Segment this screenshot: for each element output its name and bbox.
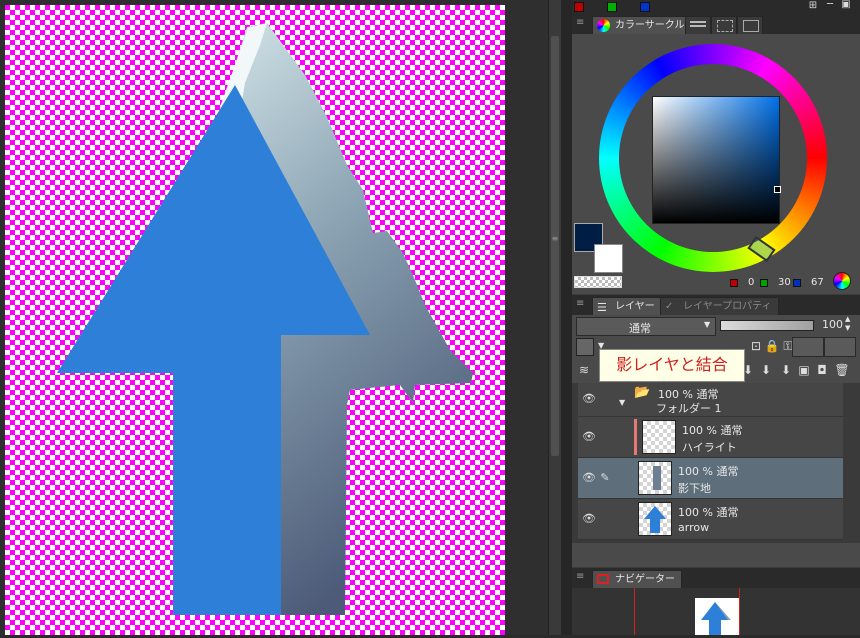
color-mode-icon[interactable] — [833, 272, 851, 290]
r-indicator-icon — [730, 279, 738, 287]
tab-intermediate-color[interactable] — [737, 16, 763, 34]
layer-thumbnail — [638, 461, 672, 495]
merge-visible-icon[interactable]: ⬇ — [758, 362, 774, 378]
tab-navigator-label: ナビゲーター — [615, 574, 675, 585]
opacity-stepper[interactable]: ▲ ▼ — [845, 315, 850, 333]
layer-name: 影下地 — [678, 482, 711, 495]
scrollbar-thumb[interactable] — [551, 36, 559, 456]
delete-layer-icon[interactable]: 🗑 — [834, 362, 850, 378]
b-value: 67 — [811, 277, 824, 288]
navigator-arrow-preview — [701, 602, 731, 635]
rasterize-icon[interactable]: ▣ — [796, 362, 812, 378]
folder-icon: 📂 — [634, 385, 651, 400]
color-slider-icon — [690, 21, 706, 29]
b-indicator-icon — [793, 279, 801, 287]
tab-color-slider[interactable] — [685, 16, 711, 34]
combine-layers-icon[interactable]: ⬇ — [778, 362, 794, 378]
layer-row-folder[interactable]: 👁 ▼ 📂 100 % 通常 フォルダー 1 — [578, 383, 843, 417]
canvas-artwork — [57, 23, 473, 615]
opacity-value[interactable]: 100 — [822, 318, 843, 331]
navigator-grip-icon[interactable]: ≡ — [576, 571, 584, 582]
layer-thumbnail — [642, 420, 676, 454]
layer-mask-icon[interactable]: ◘ — [814, 362, 830, 378]
eye-icon[interactable]: 👁 — [582, 471, 596, 485]
red-swatch[interactable] — [574, 2, 584, 12]
layer-panel-grip-icon[interactable]: ≡ — [576, 298, 584, 309]
transparent-color-swatch[interactable] — [574, 276, 622, 288]
clip-button[interactable] — [824, 337, 856, 357]
tab-color-circle[interactable]: カラーサークル — [592, 16, 692, 34]
color-circle-panel: 0 30 67 — [572, 34, 860, 294]
blend-mode-select[interactable]: 通常 ▼ — [576, 317, 716, 336]
pen-icon: ✎ — [600, 471, 610, 484]
tab-layer[interactable]: ☰ レイヤー — [592, 297, 662, 315]
navigator-view[interactable] — [572, 588, 860, 635]
blend-mode-value: 通常 — [629, 322, 651, 335]
panel-minimize-icon[interactable]: ─ — [822, 0, 838, 13]
layer-name: arrow — [678, 521, 710, 534]
panel-grip-icon[interactable]: ≡ — [576, 17, 584, 28]
navigator-preview — [695, 598, 739, 635]
tab-layer-label: レイヤー — [615, 301, 655, 312]
eye-icon[interactable]: 👁 — [582, 392, 596, 406]
tab-color-circle-label: カラーサークル — [615, 20, 685, 31]
eye-icon[interactable]: 👁 — [582, 512, 596, 526]
panel-divider[interactable] — [561, 0, 572, 635]
canvas-vertical-scrollbar[interactable]: ≡ — [548, 0, 561, 635]
color-set-icon — [717, 20, 733, 32]
tab-color-set[interactable] — [711, 16, 737, 34]
navigator-tabbar: ≡ ナビゲーター — [572, 568, 860, 589]
arrow-thumb-icon — [644, 506, 666, 533]
color-circle-icon — [597, 19, 610, 32]
layer-blend-label: 100 % 通常 — [678, 465, 739, 478]
layer-panel: 通常 ▼ 100 ▲ ▼ ▼ ⊡ 🔒 ⚿ ≋ ⬇ ⬇ ⬇ ▣ ◘ 🗑 影レイヤと結… — [572, 315, 860, 567]
saturation-value-square[interactable] — [652, 96, 781, 224]
layer-list[interactable]: 👁 ▼ 📂 100 % 通常 フォルダー 1 👁 100 % 通常 ハイライト … — [572, 383, 860, 543]
g-indicator-icon — [760, 279, 768, 287]
color-panel-tabbar: ≡ カラーサークル — [572, 14, 860, 35]
opacity-slider[interactable] — [720, 320, 814, 331]
layer-thumbnail — [638, 502, 672, 536]
sv-cursor[interactable] — [774, 186, 781, 193]
scrollbar-grip-icon: ≡ — [551, 234, 559, 243]
folder-expand-icon[interactable]: ▼ — [619, 398, 625, 407]
layer-property-icon: ✓ — [665, 301, 674, 312]
canvas-area[interactable] — [0, 0, 548, 635]
panel-menu-icon[interactable]: ⊞ — [805, 0, 821, 14]
merge-tooltip: 影レイヤと結合 — [599, 349, 745, 382]
intermediate-color-icon — [743, 20, 759, 32]
layer-color-button[interactable] — [576, 338, 594, 356]
layer-name: フォルダー 1 — [656, 402, 722, 415]
chevron-down-icon: ▼ — [704, 320, 711, 329]
layer-color-tag — [634, 419, 637, 455]
layer-row-arrow[interactable]: 👁 100 % 通常 arrow — [578, 499, 843, 540]
r-value: 0 — [748, 277, 755, 288]
lock-layer-icon[interactable]: 🔒 — [764, 338, 780, 354]
shadow-thumb-shape — [653, 466, 661, 490]
g-value: 30 — [778, 277, 791, 288]
color-history-strip: ⊞ ─ ▣ — [572, 0, 860, 14]
green-swatch[interactable] — [607, 2, 617, 12]
layer-row-highlight[interactable]: 👁 100 % 通常 ハイライト — [578, 417, 843, 458]
blue-swatch[interactable] — [640, 2, 650, 12]
layer-name: ハイライト — [682, 441, 737, 454]
eye-icon[interactable]: 👁 — [582, 430, 596, 444]
lock-transparency-icon[interactable]: ⊡ — [748, 338, 764, 354]
sub-color-fill — [594, 244, 623, 273]
layer-panel-tabbar: ≡ ☰ レイヤー ✓ レイヤープロパティ — [572, 295, 860, 316]
tab-layer-property[interactable]: ✓ レイヤープロパティ — [660, 297, 779, 315]
navigator-icon — [597, 574, 609, 584]
layer-list-footer — [572, 547, 860, 565]
layer-list-icon[interactable]: ≋ — [576, 362, 592, 378]
right-panel-dock: ⊞ ─ ▣ ≡ カラーサークル 0 30 67 ≡ ☰ レイヤー ✓ レイヤープ… — [572, 0, 860, 635]
layer-row-shadow-base[interactable]: 👁 ✎ 100 % 通常 影下地 — [578, 458, 843, 499]
layer-blend-label: 100 % 通常 — [678, 506, 739, 519]
layer-tab-icon: ☰ — [597, 301, 607, 314]
panel-close-icon[interactable]: ▣ — [838, 0, 854, 13]
layer-blend-label: 100 % 通常 — [682, 424, 743, 437]
mask-button[interactable] — [792, 337, 824, 357]
tab-navigator[interactable]: ナビゲーター — [592, 570, 682, 588]
tab-layer-property-label: レイヤープロパティ — [683, 301, 772, 312]
drawing-canvas[interactable] — [5, 5, 505, 635]
